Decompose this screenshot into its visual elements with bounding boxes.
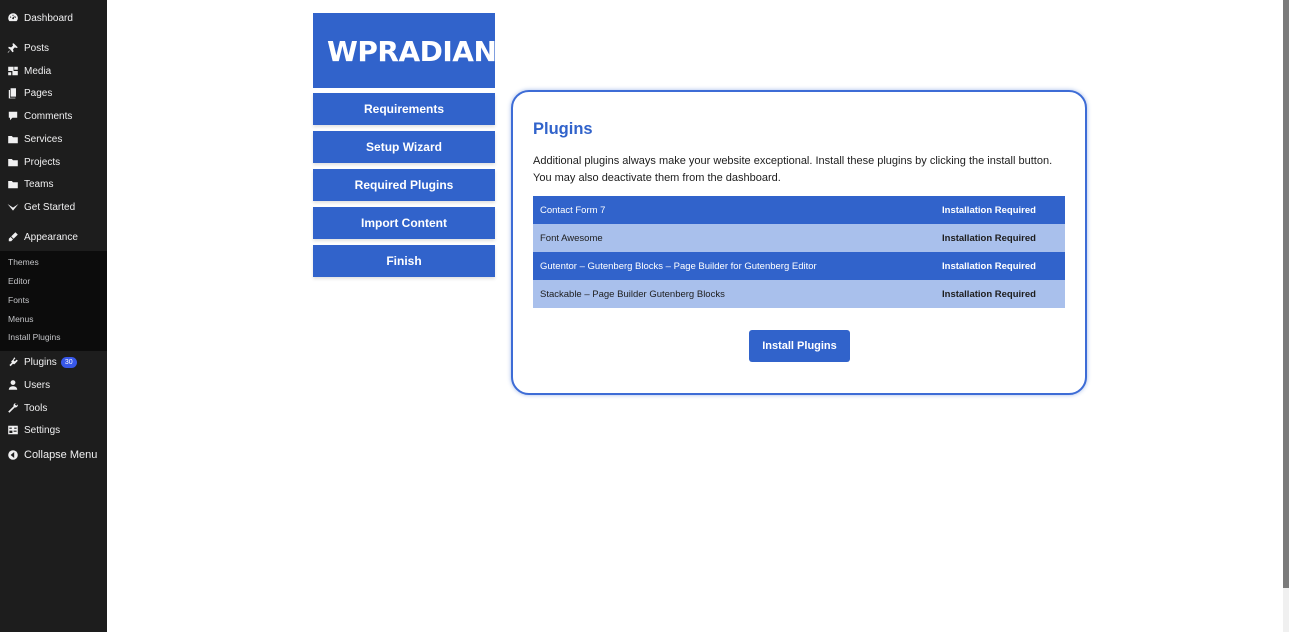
- step-required-plugins[interactable]: Required Plugins: [313, 169, 495, 201]
- menu-item-label: Services: [24, 133, 63, 145]
- menu-item-teams[interactable]: Teams: [0, 173, 107, 195]
- install-plugins-button[interactable]: Install Plugins: [749, 330, 850, 362]
- menu-item-label: Get Started: [24, 201, 76, 213]
- submenu-item-menus[interactable]: Menus: [8, 314, 34, 324]
- menu-item-services[interactable]: Services: [0, 128, 107, 150]
- menu-item-users[interactable]: Users: [0, 374, 107, 396]
- menu-item-pages[interactable]: Pages: [0, 82, 107, 104]
- submenu-item-install-plugins[interactable]: Install Plugins: [8, 332, 60, 342]
- menu-item-label: Plugins: [24, 356, 57, 368]
- submenu-item-editor[interactable]: Editor: [8, 276, 30, 286]
- menu-item-label: Users: [24, 379, 51, 391]
- chevron-down-icon: [6, 201, 19, 213]
- menu-item-label: Media: [24, 65, 52, 77]
- step-import-content[interactable]: Import Content: [313, 207, 495, 239]
- comment-icon: [6, 110, 19, 122]
- menu-item-label: Pages: [24, 87, 53, 99]
- pin-icon: [6, 42, 19, 54]
- plugin-name: Contact Form 7: [533, 196, 940, 224]
- menu-item-tools[interactable]: Tools: [0, 397, 107, 419]
- menu-item-posts[interactable]: Posts: [0, 37, 107, 59]
- plugins-description: Additional plugins always make your webs…: [533, 155, 1053, 184]
- menu-item-get-started[interactable]: Get Started: [0, 196, 107, 218]
- menu-item-label: Teams: [24, 178, 54, 190]
- step-requirements[interactable]: Requirements: [313, 93, 495, 125]
- table-row: Gutentor – Gutenberg Blocks – Page Build…: [533, 252, 1065, 280]
- step-finish[interactable]: Finish: [313, 245, 495, 277]
- menu-item-dashboard[interactable]: Dashboard: [0, 7, 107, 29]
- scrollbar-thumb[interactable]: [1283, 0, 1289, 588]
- collapse-arrow-icon: [6, 449, 19, 461]
- menu-item-label: Appearance: [24, 231, 78, 243]
- submenu-item-fonts[interactable]: Fonts: [8, 295, 29, 305]
- folder-icon: [6, 178, 19, 190]
- collapse-menu-button[interactable]: Collapse Menu: [0, 444, 107, 466]
- plugins-title: Plugins: [533, 120, 593, 138]
- collapse-menu-label: Collapse Menu: [24, 449, 98, 461]
- menu-item-comments[interactable]: Comments: [0, 105, 107, 127]
- plugin-status: Installation Required: [940, 224, 1065, 252]
- plugin-name: Stackable – Page Builder Gutenberg Block…: [533, 280, 940, 308]
- plugins-card: Plugins Additional plugins always make y…: [511, 90, 1087, 395]
- wpradiant-logo: WPRADIANT: [313, 13, 495, 88]
- menu-item-label: Settings: [24, 424, 61, 436]
- brush-icon: [6, 231, 19, 243]
- pages-icon: [6, 87, 19, 99]
- dashboard-icon: [6, 12, 19, 24]
- table-row: Contact Form 7 Installation Required: [533, 196, 1065, 224]
- menu-item-label: Dashboard: [24, 12, 73, 24]
- menu-item-label: Projects: [24, 156, 61, 168]
- logo-mark: WPRADIANT: [317, 24, 495, 76]
- plugin-status: Installation Required: [940, 252, 1065, 280]
- folder-icon: [6, 156, 19, 168]
- admin-sidebar: Dashboard Posts Media Pages Comments Ser…: [0, 0, 107, 632]
- plugin-name: Gutentor – Gutenberg Blocks – Page Build…: [533, 252, 940, 280]
- page-scrollbar[interactable]: [1283, 0, 1289, 632]
- plugin-name: Font Awesome: [533, 224, 940, 252]
- menu-item-label: Posts: [24, 42, 50, 54]
- folder-icon: [6, 133, 19, 145]
- menu-item-projects[interactable]: Projects: [0, 151, 107, 173]
- plugin-status: Installation Required: [940, 196, 1065, 224]
- logo-text: WPRADIANT: [327, 35, 495, 68]
- submenu-item-themes[interactable]: Themes: [8, 257, 39, 267]
- menu-item-label: Comments: [24, 110, 73, 122]
- menu-item-label: Tools: [24, 402, 48, 414]
- plugins-count-badge: 30: [60, 356, 77, 368]
- menu-item-plugins[interactable]: Plugins 30: [0, 351, 107, 373]
- wrench-icon: [6, 402, 19, 414]
- step-setup-wizard[interactable]: Setup Wizard: [313, 131, 495, 163]
- appearance-submenu: Themes Editor Fonts Menus Install Plugin…: [0, 251, 107, 351]
- menu-item-media[interactable]: Media: [0, 60, 107, 82]
- media-icon: [6, 65, 19, 77]
- menu-item-appearance[interactable]: Appearance: [0, 226, 107, 248]
- table-row: Font Awesome Installation Required: [533, 224, 1065, 252]
- plugin-icon: [6, 356, 19, 368]
- menu-item-settings[interactable]: Settings: [0, 419, 107, 441]
- user-icon: [6, 379, 19, 391]
- plugin-status: Installation Required: [940, 280, 1065, 308]
- table-row: Stackable – Page Builder Gutenberg Block…: [533, 280, 1065, 308]
- settings-icon: [6, 424, 19, 436]
- plugins-table: Contact Form 7 Installation Required Fon…: [533, 196, 1065, 308]
